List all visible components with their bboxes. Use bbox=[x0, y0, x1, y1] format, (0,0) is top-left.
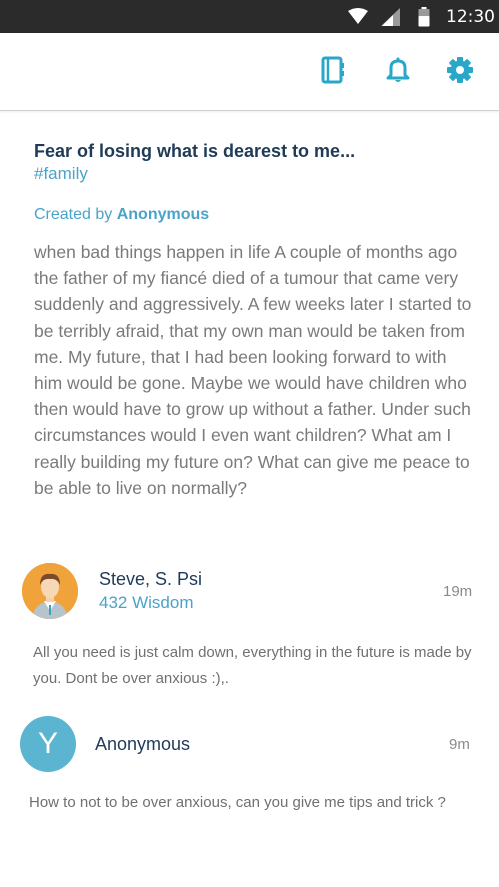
journal-icon bbox=[320, 56, 346, 89]
comment-time: 9m bbox=[449, 736, 470, 753]
comment-time: 19m bbox=[443, 583, 473, 600]
status-bar: 12:30 bbox=[0, 0, 499, 33]
post-body: when bad things happen in life A couple … bbox=[34, 242, 472, 498]
created-by-line: Created by Anonymous bbox=[34, 206, 209, 224]
comment-text: All you need is just calm down, everythi… bbox=[33, 644, 472, 687]
commenter-wisdom: 432 Wisdom bbox=[99, 593, 194, 612]
comment-text: How to not to be over anxious, can you g… bbox=[29, 794, 446, 811]
post-tag[interactable]: #family bbox=[34, 164, 88, 184]
notifications-button[interactable] bbox=[383, 57, 413, 87]
commenter-name[interactable]: Steve, S. Psi bbox=[99, 569, 202, 590]
settings-button[interactable] bbox=[445, 56, 475, 89]
wifi-icon bbox=[347, 8, 369, 30]
person-avatar-icon bbox=[22, 563, 78, 619]
top-toolbar bbox=[0, 33, 499, 111]
avatar[interactable] bbox=[22, 563, 78, 619]
avatar[interactable]: Y bbox=[20, 716, 76, 772]
signal-icon bbox=[381, 8, 401, 31]
post-title: Fear of losing what is dearest to me... bbox=[34, 141, 356, 161]
battery-icon bbox=[418, 7, 430, 32]
created-by-label: Created by bbox=[34, 206, 113, 223]
bell-icon bbox=[385, 56, 411, 89]
commenter-name[interactable]: Anonymous bbox=[95, 734, 190, 755]
post-author[interactable]: Anonymous bbox=[117, 206, 209, 223]
status-time: 12:30 bbox=[446, 7, 495, 27]
gear-icon bbox=[446, 56, 474, 89]
journal-button[interactable] bbox=[318, 56, 348, 89]
